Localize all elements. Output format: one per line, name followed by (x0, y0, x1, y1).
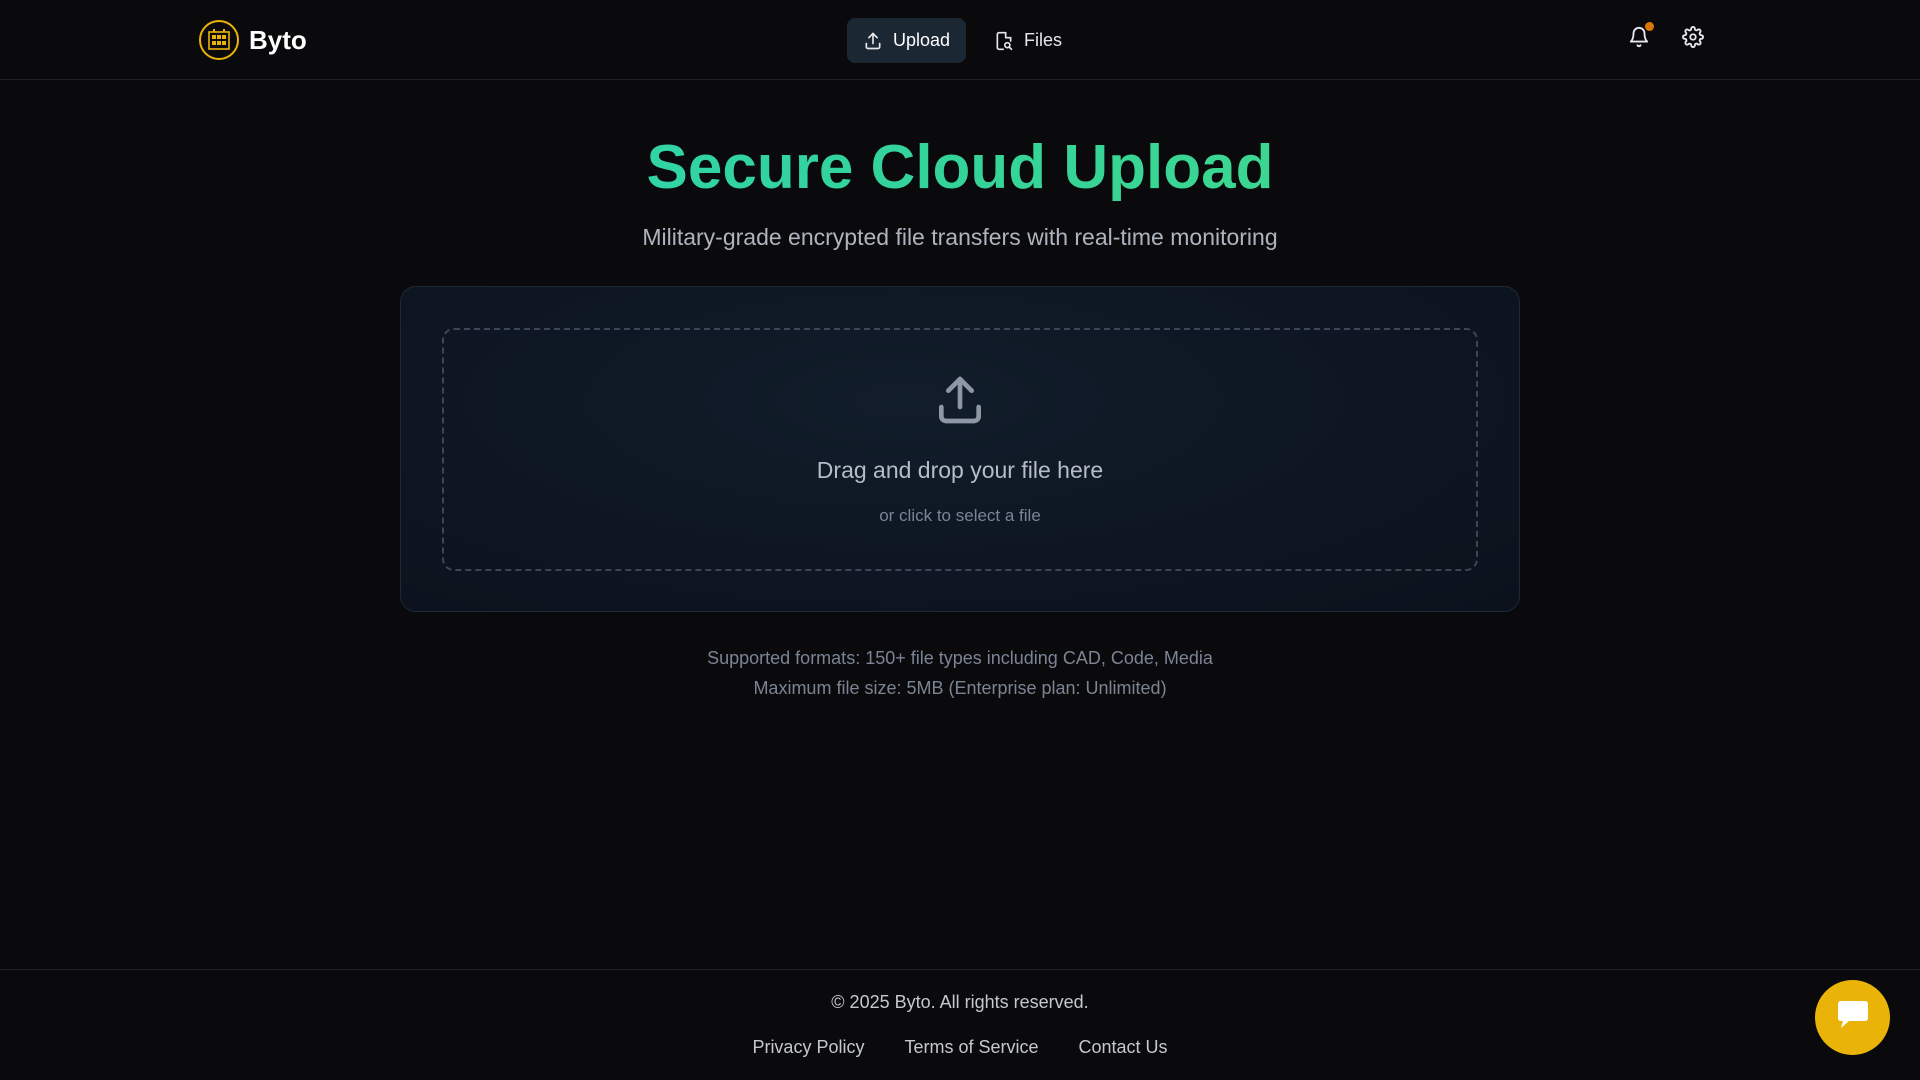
tab-files-label: Files (1024, 30, 1063, 50)
top-header: Byto Upload Files (0, 0, 1920, 80)
footer-links: Privacy Policy Terms of Service Contact … (0, 1037, 1920, 1058)
upload-card: Drag and drop your file here or click to… (400, 286, 1520, 612)
header-actions (1628, 22, 1706, 52)
terms-of-service-link[interactable]: Terms of Service (904, 1037, 1038, 1058)
copyright-text: © 2025 Byto. All rights reserved. (831, 992, 1089, 1012)
tab-upload[interactable]: Upload (847, 18, 967, 63)
brand[interactable]: Byto (199, 19, 307, 61)
page-title: Secure Cloud Upload (0, 132, 1920, 203)
footer: © 2025 Byto. All rights reserved. Privac… (0, 969, 1920, 1080)
file-search-icon (994, 31, 1014, 51)
supported-formats-text: Supported formats: 150+ file types inclu… (707, 648, 1213, 668)
max-size-text: Maximum file size: 5MB (Enterprise plan:… (753, 678, 1167, 698)
contact-us-link[interactable]: Contact Us (1079, 1037, 1168, 1058)
gear-icon (1682, 26, 1704, 52)
dropzone-hint: or click to select a file (879, 506, 1041, 525)
upload-icon (932, 372, 988, 433)
notification-dot (1645, 22, 1654, 31)
chat-bubble-icon (1835, 999, 1871, 1036)
privacy-policy-link[interactable]: Privacy Policy (752, 1037, 864, 1058)
bell-icon (1628, 27, 1650, 52)
dropzone-title: Drag and drop your file here (816, 457, 1104, 483)
main-nav: Upload Files (847, 18, 1078, 63)
file-dropzone[interactable]: Drag and drop your file here or click to… (442, 328, 1478, 571)
chat-button[interactable] (1815, 980, 1890, 1055)
grid-logo-icon (199, 20, 239, 60)
upload-info: Supported formats: 150+ file types inclu… (0, 643, 1920, 703)
brand-name: Byto (249, 24, 307, 55)
tab-files[interactable]: Files (978, 18, 1078, 63)
upload-icon (863, 31, 883, 51)
settings-button[interactable] (1682, 26, 1706, 50)
page-subtitle: Military-grade encrypted file transfers … (642, 224, 1278, 250)
page: Byto Upload Files Secure Cloud Upload Mi… (0, 0, 1920, 1080)
notifications-button[interactable] (1628, 22, 1654, 52)
tab-upload-label: Upload (893, 30, 951, 50)
